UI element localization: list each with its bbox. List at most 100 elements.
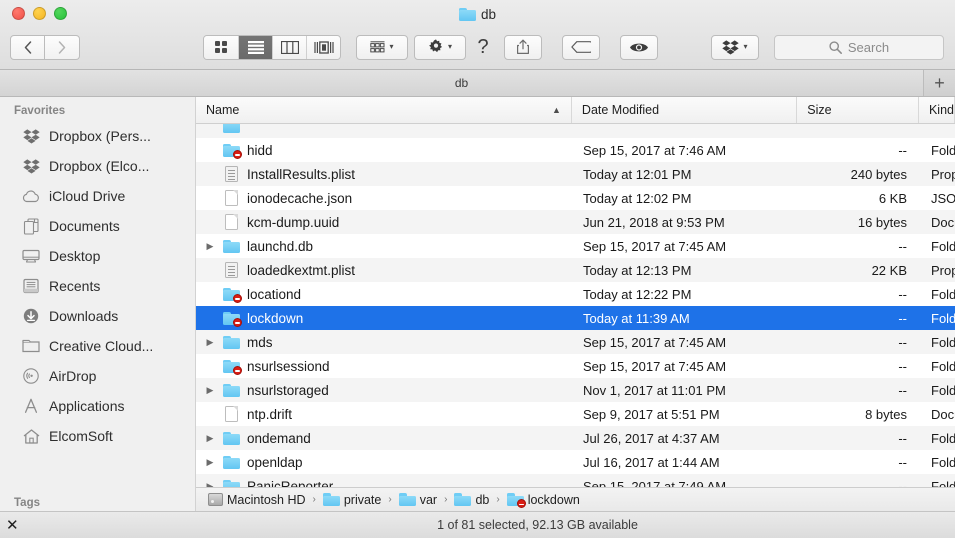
sidebar-item-dropbox-elcomsoft[interactable]: Dropbox (Elco... — [0, 151, 195, 181]
table-row[interactable] — [196, 124, 955, 138]
sidebar-item-icloud-drive[interactable]: iCloud Drive — [0, 181, 195, 211]
file-rows-container[interactable]: hidd Sep 15, 2017 at 7:46 AM -- Folder I… — [196, 124, 955, 487]
disclosure-triangle[interactable]: ▶ — [200, 241, 220, 252]
sidebar-item-desktop[interactable]: Desktop — [0, 241, 195, 271]
table-row-selected[interactable]: lockdown Today at 11:39 AM -- Folder — [196, 306, 955, 330]
arrange-by-button[interactable]: ▾ — [356, 34, 408, 60]
cell-date: Sep 15, 2017 at 7:45 AM — [583, 358, 727, 374]
icon-view-button[interactable] — [204, 35, 238, 59]
list-view-button[interactable] — [238, 35, 272, 59]
recents-icon — [22, 277, 40, 295]
cell-kind: Folder — [931, 142, 955, 158]
column-header-size[interactable]: Size — [797, 97, 919, 123]
help-button[interactable]: ? — [470, 35, 496, 60]
cell-name: loadedkextmt.plist — [196, 262, 573, 278]
table-row[interactable]: loadedkextmt.plist Today at 12:13 PM 22 … — [196, 258, 955, 282]
table-row[interactable]: ▶ openldap Jul 16, 2017 at 1:44 AM -- Fo… — [196, 450, 955, 474]
file-name: hidd — [247, 142, 273, 158]
sidebar-item-downloads[interactable]: Downloads — [0, 301, 195, 331]
dropbox-icon — [22, 157, 40, 175]
table-row[interactable]: ntp.drift Sep 9, 2017 at 5:51 PM 8 bytes… — [196, 402, 955, 426]
disclosure-triangle[interactable]: ▶ — [200, 433, 220, 444]
sidebar-item-label: Creative Cloud... — [49, 338, 154, 354]
dropbox-icon — [722, 39, 740, 54]
sidebar-item-dropbox-personal[interactable]: Dropbox (Pers... — [0, 121, 195, 151]
sidebar-item-documents[interactable]: Documents — [0, 211, 195, 241]
table-row[interactable]: ionodecache.json Today at 12:02 PM 6 KB … — [196, 186, 955, 210]
cell-kind: Folder — [931, 454, 955, 470]
share-button[interactable] — [504, 34, 542, 60]
file-name: PanicReporter — [247, 478, 334, 488]
tab-db[interactable]: db — [0, 70, 924, 96]
row-icon — [220, 124, 242, 133]
cell-name: ▶ openldap — [196, 455, 573, 470]
sidebar-item-applications[interactable]: Applications — [0, 391, 195, 421]
table-row[interactable]: hidd Sep 15, 2017 at 7:46 AM -- Folder — [196, 138, 955, 162]
share-icon — [517, 39, 529, 54]
cloud-icon — [22, 187, 40, 205]
forward-button[interactable] — [45, 34, 80, 60]
path-bar: Macintosh HD › private › var › db › lock… — [196, 487, 955, 511]
gallery-view-button[interactable] — [306, 35, 340, 59]
desktop-icon — [22, 247, 40, 265]
table-row[interactable]: locationd Today at 12:22 PM -- Folder — [196, 282, 955, 306]
breadcrumb-lockdown[interactable]: lockdown — [506, 493, 580, 508]
document-icon — [224, 406, 238, 422]
close-icon[interactable]: ✕ — [6, 516, 19, 534]
document-icon — [224, 190, 238, 206]
sidebar-item-airdrop[interactable]: AirDrop — [0, 361, 195, 391]
row-icon — [220, 166, 242, 182]
table-row[interactable]: ▶ launchd.db Sep 15, 2017 at 7:45 AM -- … — [196, 234, 955, 258]
column-view-button[interactable] — [272, 35, 306, 59]
table-row[interactable]: nsurlsessiond Sep 15, 2017 at 7:45 AM --… — [196, 354, 955, 378]
cell-date: Jul 26, 2017 at 4:37 AM — [583, 430, 720, 446]
breadcrumb-private[interactable]: private — [322, 493, 381, 507]
disclosure-triangle[interactable]: ▶ — [200, 457, 220, 468]
file-name: locationd — [247, 286, 302, 302]
cell-kind: Folder — [931, 310, 955, 326]
quicklook-button[interactable] — [620, 34, 658, 60]
table-row[interactable]: ▶ ondemand Jul 26, 2017 at 4:37 AM -- Fo… — [196, 426, 955, 450]
breadcrumb-separator: › — [496, 494, 500, 505]
folder-icon — [222, 383, 240, 397]
breadcrumb-db[interactable]: db — [454, 493, 489, 507]
column-header-date-modified[interactable]: Date Modified — [572, 97, 798, 123]
cell-name: ▶ mds — [196, 335, 573, 350]
sidebar-item-elcomsoft[interactable]: ElcomSoft — [0, 421, 195, 451]
cell-size: -- — [898, 454, 907, 470]
new-tab-button[interactable]: + — [924, 70, 955, 96]
sidebar-item-recents[interactable]: Recents — [0, 271, 195, 301]
cell-name: ▶ launchd.db — [196, 239, 573, 254]
cell-size: -- — [898, 286, 907, 302]
cell-name: ionodecache.json — [196, 190, 573, 206]
table-row[interactable]: ▶ PanicReporter Sep 15, 2017 at 7:49 AM … — [196, 474, 955, 487]
table-row[interactable]: kcm-dump.uuid Jun 21, 2018 at 9:53 PM 16… — [196, 210, 955, 234]
column-header-kind[interactable]: Kind — [919, 97, 955, 123]
cell-kind: Document — [931, 214, 955, 230]
table-row[interactable]: InstallResults.plist Today at 12:01 PM 2… — [196, 162, 955, 186]
back-button[interactable] — [10, 34, 45, 60]
row-icon — [220, 239, 242, 253]
dropbox-button[interactable]: ▾ — [711, 34, 759, 60]
file-name: openldap — [247, 454, 303, 470]
breadcrumb-var[interactable]: var — [398, 493, 437, 507]
cell-size: 16 bytes — [857, 214, 907, 230]
sidebar-item-label: ElcomSoft — [49, 428, 113, 444]
cell-kind: Folder — [931, 478, 955, 488]
action-gear-button[interactable]: ▾ — [414, 34, 466, 60]
table-row[interactable]: ▶ mds Sep 15, 2017 at 7:45 AM -- Folder — [196, 330, 955, 354]
view-mode-segmented-control — [203, 34, 341, 60]
tag-icon — [571, 41, 591, 53]
cell-kind: Property List — [931, 166, 955, 182]
tag-button[interactable] — [562, 34, 600, 60]
breadcrumb-macintosh-hd[interactable]: Macintosh HD — [208, 493, 306, 507]
sidebar-item-creative-cloud[interactable]: Creative Cloud... — [0, 331, 195, 361]
disclosure-triangle[interactable]: ▶ — [200, 481, 220, 488]
table-row[interactable]: ▶ nsurlstoraged Nov 1, 2017 at 11:01 PM … — [196, 378, 955, 402]
column-header-name[interactable]: Name ▲ — [196, 97, 572, 123]
cell-name: nsurlsessiond — [196, 359, 573, 375]
disclosure-triangle[interactable]: ▶ — [200, 385, 220, 396]
disclosure-triangle[interactable]: ▶ — [200, 337, 220, 348]
search-field[interactable]: Search — [774, 34, 944, 60]
cell-size: -- — [898, 358, 907, 374]
